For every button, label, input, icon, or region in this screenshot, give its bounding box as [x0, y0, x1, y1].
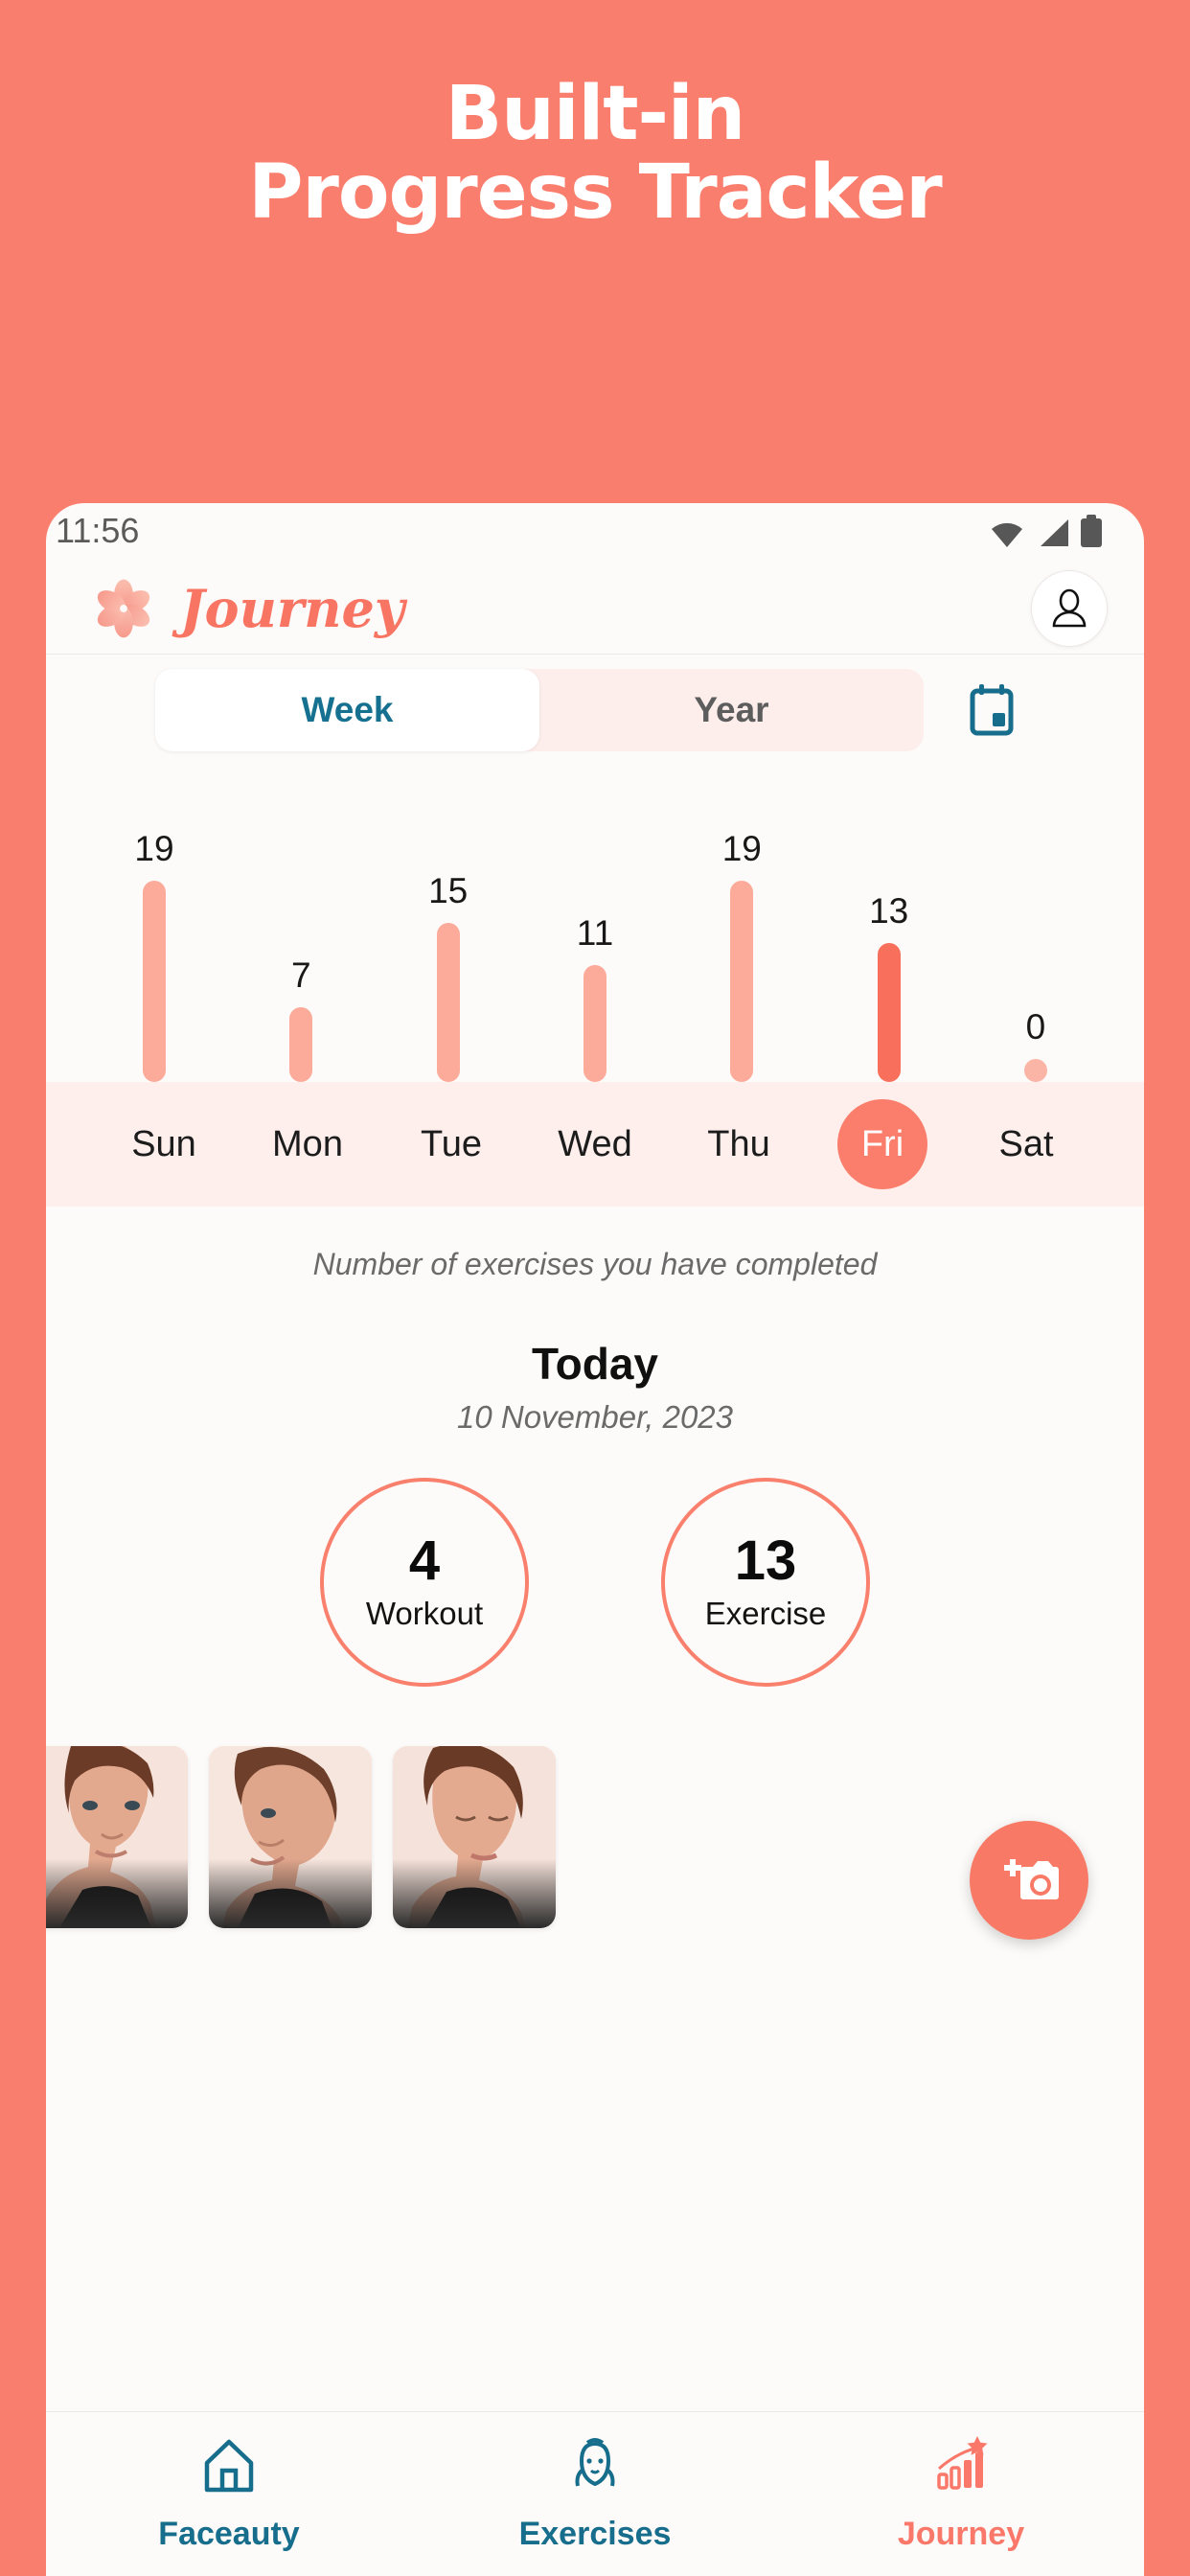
status-bar-clock: 11:56	[56, 511, 140, 550]
bar-column[interactable]: 19	[679, 766, 804, 1082]
home-icon	[199, 2436, 259, 2500]
today-stats-row: 4 Workout 13 Exercise	[46, 1436, 1144, 1687]
stat-value: 13	[734, 1530, 797, 1592]
bar-sun[interactable]	[143, 881, 166, 1082]
bar-value-label: 11	[576, 913, 614, 953]
day-label: Mon	[272, 1123, 343, 1164]
day-cell-wed[interactable]: Wed	[523, 1082, 667, 1207]
calendar-icon[interactable]	[964, 682, 1019, 738]
status-bar: 11:56	[46, 503, 1144, 563]
bar-wed[interactable]	[583, 965, 606, 1082]
day-cell-tue[interactable]: Tue	[379, 1082, 523, 1207]
chart-caption: Number of exercises you have completed	[46, 1207, 1144, 1282]
tab-year[interactable]: Year	[539, 669, 924, 751]
bar-value-label: 15	[428, 871, 469, 910]
progress-photo-1[interactable]	[46, 1746, 188, 1928]
promo-title-line-2: Progress Tracker	[248, 150, 943, 236]
photo-strip[interactable]	[46, 1746, 556, 1928]
today-title: Today	[531, 1339, 659, 1389]
bar-fri[interactable]	[877, 943, 901, 1082]
promo-title: Built-in Progress Tracker	[0, 75, 1190, 232]
nav-label: Journey	[897, 2515, 1025, 2552]
add-photo-camera-icon[interactable]	[970, 1821, 1088, 1940]
bar-value-label: 13	[869, 891, 909, 931]
phone-screen: 11:56 Journey Week Year 19 7 15 11 19 13…	[46, 503, 1144, 2576]
progress-photo-2[interactable]	[209, 1746, 372, 1928]
day-cell-mon[interactable]: Mon	[236, 1082, 379, 1207]
bar-value-label: 0	[1025, 1007, 1046, 1046]
day-cell-fri[interactable]: Fri	[811, 1082, 954, 1207]
today-summary: Today 10 November, 2023	[46, 1282, 1144, 1436]
day-label-selected: Fri	[837, 1099, 927, 1189]
bar-value-label: 19	[721, 829, 762, 868]
face-massage-icon	[565, 2436, 625, 2500]
bar-tue[interactable]	[436, 923, 460, 1082]
progress-chart-icon	[931, 2435, 991, 2500]
today-date: 10 November, 2023	[456, 1399, 734, 1435]
bottom-navigation-bar: Faceauty Exercises Journey	[46, 2411, 1144, 2576]
bar-column[interactable]: 7	[239, 766, 363, 1082]
bar-sat[interactable]	[1023, 1059, 1047, 1082]
chart-bars: 19 7 15 11 19 13 0	[84, 766, 1106, 1082]
status-bar-icons	[989, 515, 1102, 547]
stat-value: 4	[408, 1530, 441, 1592]
bar-value-label: 7	[291, 955, 311, 995]
day-cell-sun[interactable]: Sun	[92, 1082, 236, 1207]
promo-title-line-1: Built-in	[445, 71, 745, 157]
stat-label: Workout	[365, 1596, 484, 1631]
nav-item-exercises[interactable]: Exercises	[412, 2436, 778, 2553]
day-label: Sat	[998, 1123, 1054, 1164]
bar-column[interactable]: 0	[973, 766, 1098, 1082]
progress-photo-3[interactable]	[393, 1746, 556, 1928]
period-segmented-control[interactable]: Week Year	[155, 669, 924, 751]
day-label: Thu	[707, 1123, 770, 1164]
day-cell-thu[interactable]: Thu	[667, 1082, 811, 1207]
wifi-icon	[989, 518, 1025, 547]
nav-item-faceauty[interactable]: Faceauty	[46, 2436, 412, 2553]
bar-column[interactable]: 15	[386, 766, 511, 1082]
bar-column[interactable]: 19	[92, 766, 217, 1082]
flower-logo-icon	[92, 577, 155, 640]
bar-column[interactable]: 13	[827, 766, 951, 1082]
nav-label: Exercises	[518, 2515, 672, 2552]
weekly-bar-chart: 19 7 15 11 19 13 0	[46, 766, 1144, 1082]
chart-day-labels: Sun Mon Tue Wed Thu Fri Sat	[46, 1082, 1144, 1207]
stat-label: Exercise	[704, 1596, 827, 1631]
day-label: Wed	[558, 1123, 632, 1164]
account-avatar-icon[interactable]	[1031, 569, 1108, 647]
period-toggle-row: Week Year	[46, 655, 1144, 766]
nav-label: Faceauty	[158, 2515, 300, 2552]
app-brand-title: Journey	[180, 577, 405, 639]
nav-item-journey[interactable]: Journey	[778, 2435, 1144, 2553]
day-label: Sun	[131, 1123, 196, 1164]
cellular-signal-icon	[1037, 518, 1069, 547]
battery-icon	[1081, 515, 1102, 547]
day-cell-sat[interactable]: Sat	[954, 1082, 1098, 1207]
bar-mon[interactable]	[289, 1007, 313, 1082]
bar-thu[interactable]	[730, 881, 754, 1082]
tab-week[interactable]: Week	[155, 669, 539, 751]
bar-column[interactable]: 11	[533, 766, 657, 1082]
stat-exercise[interactable]: 13 Exercise	[661, 1478, 870, 1687]
app-header: Journey	[46, 563, 1144, 655]
day-label: Tue	[420, 1123, 483, 1164]
bar-value-label: 19	[134, 829, 174, 868]
progress-photos-area	[46, 1687, 1144, 2411]
stat-workout[interactable]: 4 Workout	[320, 1478, 529, 1687]
